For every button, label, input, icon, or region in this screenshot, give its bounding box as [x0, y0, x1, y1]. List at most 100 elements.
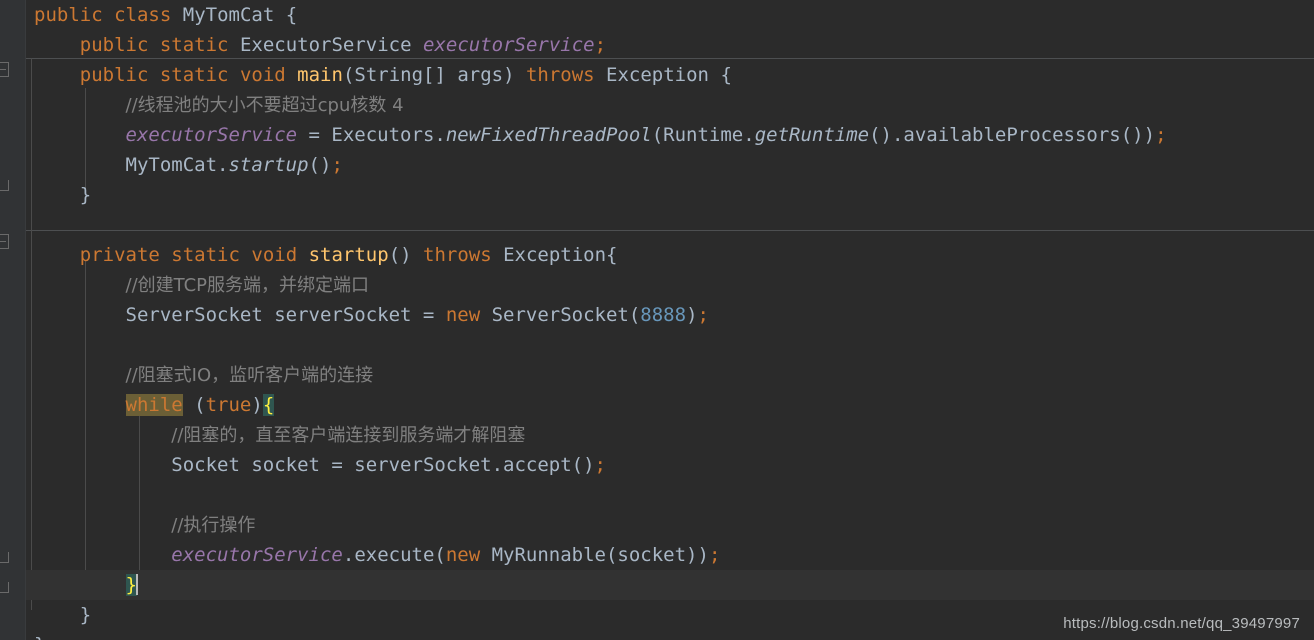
code-line-4[interactable]: //线程池的大小不要超过cpu核数 4 — [26, 90, 1314, 120]
code-line-5[interactable]: executorService = Executors.newFixedThre… — [26, 120, 1314, 150]
code-line-19[interactable]: executorService.execute(new MyRunnable(s… — [26, 540, 1314, 570]
fold-while-end-icon[interactable] — [0, 552, 9, 563]
code-token: new — [445, 544, 481, 566]
code-line-1[interactable]: public class MyTomCat { — [26, 0, 1314, 30]
code-surface[interactable]: public class MyTomCat { public static Ex… — [26, 0, 1314, 640]
code-token: MyTomCat. — [125, 154, 229, 176]
code-token: getRuntime — [754, 124, 870, 146]
code-token: 8888 — [640, 304, 687, 326]
code-token: ServerSocket serverSocket = — [125, 304, 446, 326]
code-token: //线程池的大小不要超过cpu核数 4 — [125, 95, 404, 116]
code-token: ; — [708, 544, 721, 566]
code-token: public — [79, 64, 149, 86]
code-line-15[interactable]: //阻塞的，直至客户端连接到服务端才解阻塞 — [26, 420, 1314, 450]
code-token: ( — [182, 394, 206, 416]
code-token: Exception{ — [491, 244, 618, 266]
code-token: ; — [1155, 124, 1167, 146]
code-token: startup — [308, 244, 389, 266]
code-token: () — [308, 154, 332, 176]
code-token: Socket socket = serverSocket.accept() — [171, 454, 595, 476]
code-line-17[interactable] — [26, 480, 1314, 510]
code-token: private — [79, 244, 160, 266]
code-token: while — [125, 394, 183, 416]
code-lines[interactable]: public class MyTomCat { public static Ex… — [26, 0, 1314, 640]
code-token: executorService — [171, 544, 343, 566]
code-line-3[interactable]: public static void main(String[] args) t… — [26, 60, 1314, 90]
code-token: void — [239, 64, 286, 86]
code-token: MyTomCat — [182, 4, 275, 26]
code-line-11[interactable]: ServerSocket serverSocket = new ServerSo… — [26, 300, 1314, 330]
code-token: throws — [525, 64, 595, 86]
code-token: new — [445, 304, 481, 326]
code-token: //执行操作 — [171, 515, 256, 536]
code-token: static — [171, 244, 240, 266]
code-token: executorService — [423, 34, 595, 56]
code-token: true — [205, 394, 252, 416]
code-line-7[interactable]: } — [26, 180, 1314, 210]
code-token: } — [34, 184, 92, 206]
editor-gutter[interactable] — [0, 0, 26, 640]
code-token: { — [262, 394, 275, 416]
code-token: newFixedThreadPool — [445, 124, 652, 146]
code-token: ServerSocket( — [480, 304, 641, 326]
code-token: startup — [228, 154, 309, 176]
fold-main-end-icon[interactable] — [0, 180, 9, 191]
code-line-10[interactable]: //创建TCP服务端，并绑定端口 — [26, 270, 1314, 300]
code-line-8[interactable] — [26, 210, 1314, 240]
code-token: ().availableProcessors()) — [869, 124, 1156, 146]
code-token: static — [159, 34, 229, 56]
fold-startup-method-icon[interactable] — [0, 234, 9, 249]
code-editor[interactable]: public class MyTomCat { public static Ex… — [0, 0, 1314, 640]
code-token: ExecutorService — [239, 34, 412, 56]
fold-main-method-icon[interactable] — [0, 62, 9, 77]
code-token: static — [159, 64, 229, 86]
code-line-14[interactable]: while (true){ — [26, 390, 1314, 420]
code-line-9[interactable]: private static void startup() throws Exc… — [26, 240, 1314, 270]
code-line-18[interactable]: //执行操作 — [26, 510, 1314, 540]
code-token: //创建TCP服务端，并绑定端口 — [125, 275, 370, 296]
code-token: ; — [697, 304, 709, 326]
code-line-6[interactable]: MyTomCat.startup(); — [26, 150, 1314, 180]
code-line-20[interactable]: } — [26, 570, 1314, 600]
code-token: .execute( — [342, 544, 446, 566]
code-line-16[interactable]: Socket socket = serverSocket.accept(); — [26, 450, 1314, 480]
code-token: } — [34, 634, 45, 640]
fold-startup-end-icon[interactable] — [0, 582, 9, 593]
code-token: public — [34, 4, 103, 26]
code-token: Exception { — [594, 64, 732, 86]
code-token: //阻塞的，直至客户端连接到服务端才解阻塞 — [171, 425, 526, 446]
code-line-13[interactable]: //阻塞式IO，监听客户端的连接 — [26, 360, 1314, 390]
code-token: MyRunnable(socket)) — [480, 544, 709, 566]
code-token: class — [114, 4, 172, 26]
code-token: = Executors. — [297, 124, 446, 146]
code-line-12[interactable] — [26, 330, 1314, 360]
watermark-url: https://blog.csdn.net/qq_39497997 — [1063, 615, 1300, 632]
code-token: executorService — [125, 124, 298, 146]
code-line-2[interactable]: public static ExecutorService executorSe… — [26, 30, 1314, 60]
code-token: throws — [423, 244, 492, 266]
code-token: (String[] args) — [342, 64, 526, 86]
code-token: main — [297, 64, 343, 86]
